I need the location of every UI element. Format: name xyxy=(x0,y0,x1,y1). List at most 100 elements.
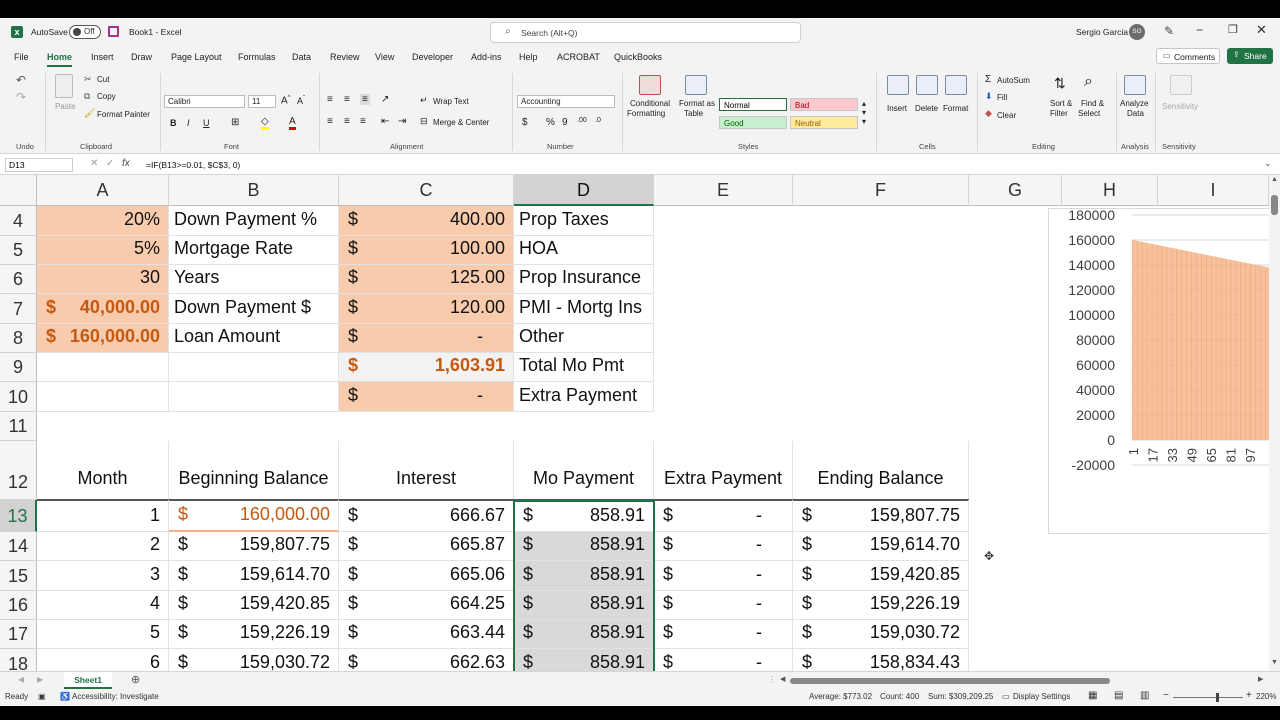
outdent-icon[interactable]: ⇥ xyxy=(398,116,406,127)
cell-a8[interactable]: $160,000.00 xyxy=(37,324,169,353)
header-ending-balance[interactable]: Ending Balance xyxy=(793,441,969,500)
currency-icon[interactable]: $ xyxy=(522,117,528,128)
page-break-view-icon[interactable]: ▥ xyxy=(1140,690,1149,701)
tab-draw[interactable]: Draw xyxy=(131,52,152,62)
table-row-extra[interactable]: $ - xyxy=(654,561,793,591)
cell-c10[interactable]: $ - xyxy=(339,382,514,412)
scroll-up-icon[interactable]: ▲ xyxy=(1271,176,1278,183)
conditional-formatting-label-2[interactable]: Formatting xyxy=(627,109,665,118)
fill-color-icon[interactable]: ◇ xyxy=(261,116,269,130)
table-row-interest[interactable]: $663.44 xyxy=(339,620,514,649)
select-all-corner[interactable] xyxy=(0,175,37,206)
tab-review[interactable]: Review xyxy=(330,52,360,62)
sort-label-2[interactable]: Filter xyxy=(1050,109,1068,118)
cell-c4[interactable]: $400.00 xyxy=(339,206,514,236)
row-header[interactable]: 18 xyxy=(0,649,37,671)
analyze-label-2[interactable]: Data xyxy=(1127,109,1144,118)
table-row-extra[interactable]: $ - xyxy=(654,500,793,532)
align-right-icon[interactable]: ≡ xyxy=(360,116,366,127)
cell-a4[interactable]: 20% xyxy=(37,206,169,236)
table-row-beginning[interactable]: $159,807.75 xyxy=(169,532,339,561)
share-button[interactable]: ⇪ Share xyxy=(1227,48,1273,64)
table-row-month[interactable]: 2 xyxy=(37,532,169,561)
sort-label-1[interactable]: Sort & xyxy=(1050,99,1072,108)
analyze-data-icon[interactable] xyxy=(1124,75,1146,95)
analyze-label-1[interactable]: Analyze xyxy=(1120,99,1148,108)
format-painter-icon[interactable]: 🖌 xyxy=(84,108,95,119)
cell-d6[interactable]: Prop Insurance xyxy=(514,265,654,294)
tab-acrobat[interactable]: ACROBAT xyxy=(557,52,600,62)
table-row-ending[interactable]: $159,420.85 xyxy=(793,561,969,591)
cell-a9[interactable] xyxy=(37,353,169,382)
align-top-icon[interactable]: ≡ xyxy=(327,94,333,105)
align-left-icon[interactable]: ≡ xyxy=(327,116,333,127)
column-header-a[interactable]: A xyxy=(37,175,169,206)
add-sheet-icon[interactable]: ⊕ xyxy=(131,673,140,686)
horizontal-scroll-thumb[interactable] xyxy=(790,678,1110,684)
table-row-beginning[interactable]: $159,420.85 xyxy=(169,591,339,620)
cut-icon[interactable]: ✂ xyxy=(84,74,92,85)
zoom-in-icon[interactable]: + xyxy=(1246,690,1252,701)
cell-a10[interactable] xyxy=(37,382,169,412)
font-name-dropdown[interactable]: Calibri xyxy=(164,95,245,108)
paste-icon[interactable] xyxy=(55,74,73,98)
column-header-h[interactable]: H xyxy=(1062,175,1158,206)
percent-icon[interactable]: % xyxy=(546,117,555,128)
delete-button[interactable]: Delete xyxy=(915,104,938,113)
column-header-f[interactable]: F xyxy=(793,175,969,206)
row-header[interactable]: 17 xyxy=(0,620,37,649)
row-header[interactable]: 13 xyxy=(0,500,37,532)
cell-d10[interactable]: Extra Payment xyxy=(514,382,654,412)
underline-icon[interactable]: U xyxy=(203,118,210,128)
style-bad[interactable]: Bad xyxy=(790,98,858,111)
macro-record-icon[interactable]: ▣ xyxy=(38,692,46,701)
table-row-month[interactable]: 5 xyxy=(37,620,169,649)
cell-d4[interactable]: Prop Taxes xyxy=(514,206,654,236)
paste-label[interactable]: Paste xyxy=(55,102,75,111)
header-month[interactable]: Month xyxy=(37,441,169,500)
header-beginning-balance[interactable]: Beginning Balance xyxy=(169,441,339,500)
cell-b6[interactable]: Years xyxy=(169,265,339,294)
style-good[interactable]: Good xyxy=(719,116,787,129)
cell-c6[interactable]: $125.00 xyxy=(339,265,514,294)
tab-quickbooks[interactable]: QuickBooks xyxy=(614,52,662,62)
vertical-scroll-thumb[interactable] xyxy=(1271,195,1278,215)
table-row-interest[interactable]: $662.63 xyxy=(339,649,514,671)
clear-button[interactable]: Clear xyxy=(997,111,1016,120)
italic-icon[interactable]: I xyxy=(187,118,190,128)
insert-cells-icon[interactable] xyxy=(887,75,909,95)
row-header[interactable]: 4 xyxy=(0,206,37,236)
prev-sheet-icon[interactable]: ◀ xyxy=(18,675,24,684)
table-row-ending[interactable]: $159,807.75 xyxy=(793,500,969,532)
conditional-formatting-label-1[interactable]: Conditional xyxy=(630,99,670,108)
row-header[interactable]: 12 xyxy=(0,441,37,500)
table-row-month[interactable]: 4 xyxy=(37,591,169,620)
chart[interactable]: 180000 160000 140000 120000 100000 80000 60000… xyxy=(1048,207,1269,534)
style-normal[interactable]: Normal xyxy=(719,98,787,111)
scroll-down-icon[interactable]: ▼ xyxy=(1271,659,1278,666)
restore-icon[interactable]: ❐ xyxy=(1228,23,1238,36)
cell-d5[interactable]: HOA xyxy=(514,236,654,265)
table-row-extra[interactable]: $ - xyxy=(654,620,793,649)
minimize-icon[interactable]: − xyxy=(1196,23,1203,37)
cell-d9[interactable]: Total Mo Pmt xyxy=(514,353,654,382)
table-row-interest[interactable]: $665.06 xyxy=(339,561,514,591)
table-row-interest[interactable]: $665.87 xyxy=(339,532,514,561)
row-header[interactable]: 7 xyxy=(0,294,37,324)
table-row-month[interactable]: 6 xyxy=(37,649,169,671)
zoom-level[interactable]: 220% xyxy=(1256,692,1276,701)
zoom-out-icon[interactable]: − xyxy=(1163,690,1169,701)
cell-b10[interactable] xyxy=(169,382,339,412)
number-format-dropdown[interactable]: Accounting xyxy=(517,95,615,108)
column-header-g[interactable]: G xyxy=(969,175,1062,206)
table-row-beginning[interactable]: $159,226.19 xyxy=(169,620,339,649)
format-table-label-1[interactable]: Format as xyxy=(679,99,715,108)
cell-d7[interactable]: PMI - Mortg Ins xyxy=(514,294,654,324)
tab-view[interactable]: View xyxy=(375,52,394,62)
zoom-slider-thumb[interactable] xyxy=(1216,693,1219,702)
bold-icon[interactable]: B xyxy=(170,118,177,128)
header-interest[interactable]: Interest xyxy=(339,441,514,500)
wrap-text-icon[interactable]: ↵ xyxy=(420,95,428,106)
scroll-left-icon[interactable]: ◀ xyxy=(780,675,785,683)
format-table-label-2[interactable]: Table xyxy=(684,109,703,118)
